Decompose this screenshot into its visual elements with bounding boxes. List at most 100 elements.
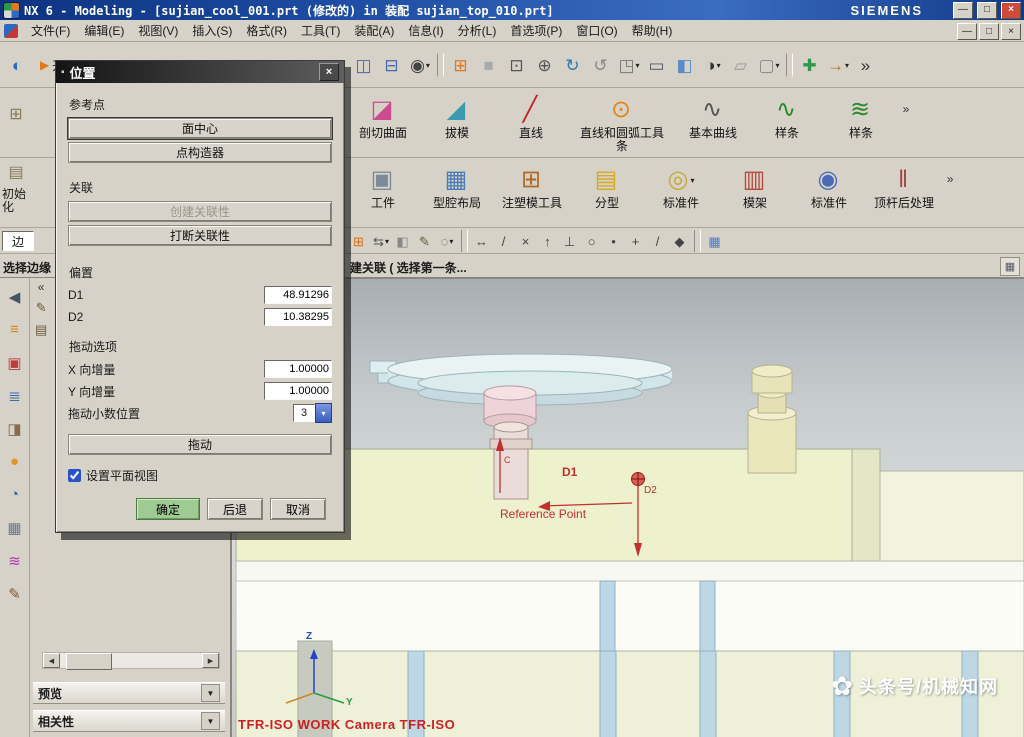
collapse-arrow-icon[interactable]: ◀: [2, 284, 28, 309]
snap-perpendicular-icon[interactable]: ⊥: [559, 231, 581, 252]
collapse-chevron-icon[interactable]: ▼: [201, 712, 220, 730]
trimmed-sheet-icon[interactable]: ◪ 剖切曲面: [346, 92, 420, 142]
history-icon[interactable]: ◔: [2, 482, 28, 507]
snap-options-icon[interactable]: ◌ ▾: [436, 231, 458, 252]
dim-label-d1[interactable]: D1: [562, 465, 577, 479]
sketch-note-icon[interactable]: ✎: [36, 300, 47, 316]
menu-item[interactable]: 格式(R): [239, 20, 294, 41]
draft-icon[interactable]: ◢ 拔模: [420, 92, 494, 142]
y-increment-input[interactable]: [264, 382, 332, 400]
cancel-button[interactable]: 取消: [270, 498, 326, 520]
fit-view-icon[interactable]: ⊡: [503, 50, 531, 80]
menu-item[interactable]: 插入(S): [185, 20, 239, 41]
toolbar-icon[interactable]: [437, 53, 444, 77]
render-style-icon[interactable]: ◑ ▾: [699, 50, 727, 80]
overflow-chevron-icon[interactable]: »: [898, 92, 916, 126]
dialog-rail-icon[interactable]: ▦: [1000, 257, 1020, 276]
menu-item[interactable]: 工具(T): [294, 20, 347, 41]
view-operations-icon[interactable]: ◉ ▾: [406, 50, 434, 80]
body-select-icon[interactable]: ◧: [392, 231, 414, 252]
tile-window-icon[interactable]: ⊟: [378, 50, 406, 80]
assembly-navigator-icon[interactable]: ≡: [2, 317, 28, 342]
spreadsheet-icon[interactable]: ⊞: [447, 50, 475, 80]
toolbar-option-icon[interactable]: ▤: [2, 158, 30, 188]
perspective-icon[interactable]: ◳ ▾: [615, 50, 643, 80]
hd3d-tools-icon[interactable]: ●: [2, 449, 28, 474]
horizontal-scrollbar[interactable]: ◀ ▶: [42, 652, 220, 669]
back-button[interactable]: 后退: [207, 498, 263, 520]
ok-button[interactable]: 确定: [136, 498, 200, 520]
part-navigator-icon[interactable]: ≣: [2, 383, 28, 408]
mdi-restore-button[interactable]: □: [979, 23, 999, 40]
snap-plus-icon[interactable]: +: [625, 231, 647, 252]
spline-icon[interactable]: ∿ 样条: [750, 92, 824, 142]
new-window-icon[interactable]: ◫: [350, 50, 378, 80]
overflow-chevron-icon[interactable]: »: [942, 162, 960, 196]
break-association-button[interactable]: 打断关联性: [68, 225, 332, 246]
window-display-icon[interactable]: ▭: [643, 50, 671, 80]
window-titlebar[interactable]: NX 6 - Modeling - [sujian_cool_001.prt (…: [0, 0, 1024, 20]
basic-curves-icon[interactable]: ∿ 基本曲线: [676, 92, 750, 142]
d2-input[interactable]: [264, 308, 332, 326]
drag-decimals-combo[interactable]: 3 ▾: [293, 404, 332, 422]
sketch-curve-icon[interactable]: ✎: [414, 231, 436, 252]
scrollbar-track[interactable]: [60, 653, 202, 668]
csys-orient-icon[interactable]: ✚: [796, 50, 824, 80]
graphics-viewport[interactable]: D1 D2 Reference Point C Z Y TFR-ISO WORK…: [232, 278, 1024, 737]
moldbase-icon[interactable]: ▥ 模架: [718, 162, 792, 212]
menu-item[interactable]: 装配(A): [347, 20, 401, 41]
x-increment-input[interactable]: [264, 360, 332, 378]
roles-icon[interactable]: ✎: [2, 581, 28, 606]
clipboard-icon[interactable]: ▤: [35, 322, 47, 338]
standard-parts-icon[interactable]: ◎▾ 标准件: [644, 162, 718, 212]
drag-button[interactable]: 拖动: [68, 434, 332, 455]
snap-circle-icon[interactable]: ○: [581, 231, 603, 252]
menu-item[interactable]: 首选项(P): [503, 20, 569, 41]
overflow-chevron-icon[interactable]: »: [852, 50, 880, 80]
dialog-titlebar[interactable]: ▪ 位置 ×: [56, 61, 344, 83]
selection-filter-icon[interactable]: ⇆ ▾: [370, 231, 392, 252]
nx-logo-icon[interactable]: ◐: [3, 50, 31, 80]
constraint-navigator-icon[interactable]: ▣: [2, 350, 28, 375]
maximize-button[interactable]: □: [977, 2, 997, 19]
snap-handle-icon[interactable]: ↔: [471, 231, 493, 252]
export-icon[interactable]: → ▾: [824, 50, 852, 80]
menu-item[interactable]: 帮助(H): [625, 20, 680, 41]
menu-item[interactable]: 窗口(O): [569, 20, 624, 41]
close-button[interactable]: ×: [1001, 2, 1021, 19]
cavity-layout-icon[interactable]: ▦ 型腔布局: [420, 162, 494, 212]
plan-view-checkbox[interactable]: [68, 469, 81, 482]
materials-icon[interactable]: ≋: [2, 548, 28, 573]
collapse-panel-icon[interactable]: «: [38, 280, 45, 294]
snap-endpoint-icon[interactable]: ↑: [537, 231, 559, 252]
collapse-chevron-icon[interactable]: ▼: [201, 684, 220, 702]
wireframe-icon[interactable]: ▱: [727, 50, 755, 80]
update-display-icon[interactable]: ↺: [587, 50, 615, 80]
dim-label-d2[interactable]: D2: [644, 485, 657, 496]
chevron-down-icon[interactable]: ▾: [315, 403, 332, 423]
dialog-close-button[interactable]: ×: [319, 63, 339, 81]
d1-input[interactable]: [264, 286, 332, 304]
ejector-post-icon[interactable]: ‖ 顶杆后处理: [866, 162, 942, 212]
create-association-button[interactable]: 创建关联性: [68, 201, 332, 222]
snap-intersection-icon[interactable]: ×: [515, 231, 537, 252]
menu-item[interactable]: 视图(V): [131, 20, 185, 41]
mdi-minimize-button[interactable]: —: [957, 23, 977, 40]
mdi-close-button[interactable]: ×: [1001, 23, 1021, 40]
parting-icon[interactable]: ▤ 分型: [570, 162, 644, 212]
toolbar-option-icon[interactable]: ⊞: [2, 100, 30, 130]
zoom-icon[interactable]: ⊕: [531, 50, 559, 80]
menu-item[interactable]: 文件(F): [24, 20, 77, 41]
face-center-button[interactable]: 面中心: [68, 118, 332, 139]
mold-tools-icon[interactable]: ⊞ 注塑模工具: [494, 162, 570, 212]
scrollbar-thumb[interactable]: [66, 653, 112, 670]
point-constructor-icon[interactable]: ⊞: [348, 231, 370, 252]
snap-point-on-face-icon[interactable]: ◆: [669, 231, 691, 252]
reuse-library-icon[interactable]: ◨: [2, 416, 28, 441]
background-icon[interactable]: ▢ ▾: [755, 50, 783, 80]
snap-icon[interactable]: [461, 230, 468, 252]
wcs-dialog-icon[interactable]: ▦: [704, 231, 726, 252]
toolbar-icon[interactable]: [786, 53, 793, 77]
preview-panel-header[interactable]: 预览 ▼: [33, 682, 225, 704]
line-icon[interactable]: ╱ 直线: [494, 92, 568, 142]
